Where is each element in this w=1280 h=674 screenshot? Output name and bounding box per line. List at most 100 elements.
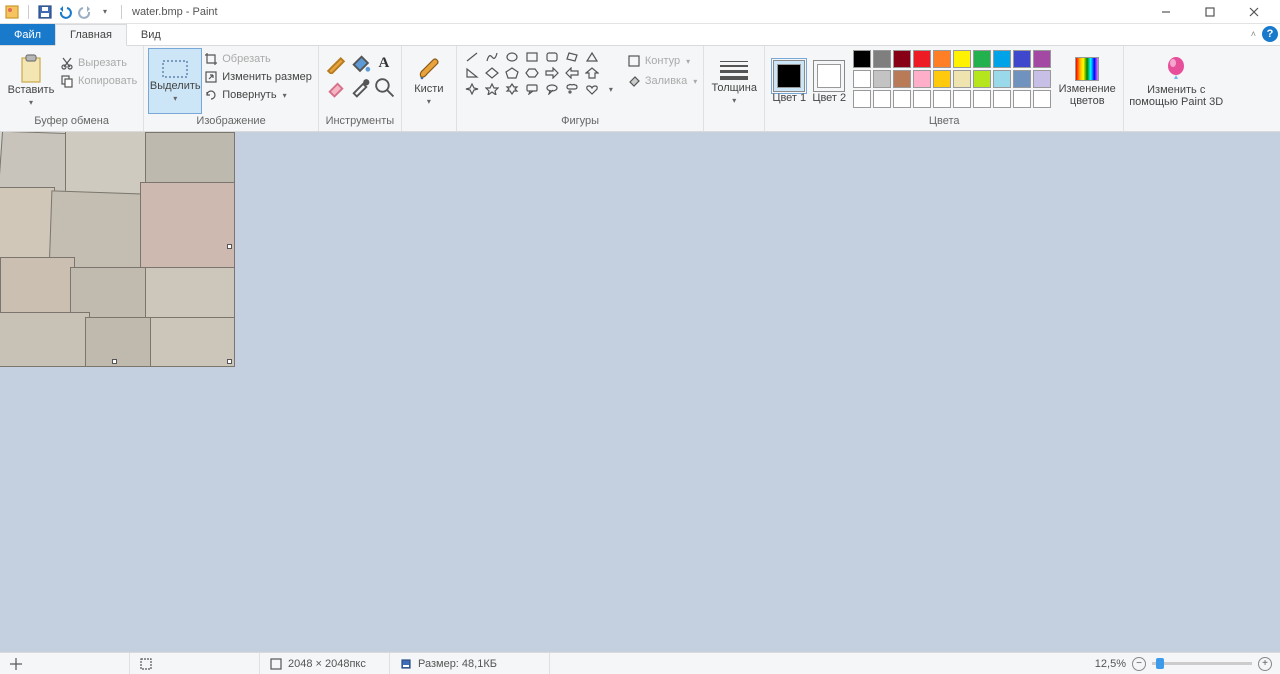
close-button[interactable] bbox=[1232, 0, 1276, 24]
group-brushes: Кисти bbox=[402, 46, 457, 131]
palette-swatch[interactable] bbox=[953, 70, 971, 88]
shape-star5[interactable] bbox=[483, 82, 501, 96]
shape-rect[interactable] bbox=[523, 50, 541, 64]
palette-swatch[interactable] bbox=[913, 70, 931, 88]
canvas-area[interactable] bbox=[0, 132, 1280, 652]
minimize-button[interactable] bbox=[1144, 0, 1188, 24]
color1-label: Цвет 1 bbox=[772, 92, 806, 104]
zoom-slider[interactable] bbox=[1152, 662, 1252, 665]
size-button[interactable]: Толщина bbox=[708, 48, 760, 114]
shape-roundrect[interactable] bbox=[543, 50, 561, 64]
picker-tool[interactable] bbox=[349, 76, 371, 98]
canvas[interactable] bbox=[0, 132, 229, 361]
pencil-tool[interactable] bbox=[325, 52, 347, 74]
shape-right-triangle[interactable] bbox=[463, 66, 481, 80]
shape-heart[interactable] bbox=[583, 82, 601, 96]
resize-button[interactable]: Изменить размер bbox=[202, 68, 314, 86]
shapes-gallery[interactable] bbox=[461, 48, 603, 98]
text-tool[interactable]: A bbox=[373, 52, 395, 74]
brushes-button[interactable]: Кисти bbox=[406, 48, 452, 114]
shapes-expand[interactable]: ▾ bbox=[603, 48, 619, 94]
crop-button[interactable]: Обрезать bbox=[202, 50, 314, 68]
resize-handle-right[interactable] bbox=[227, 244, 232, 249]
shape-star6[interactable] bbox=[503, 82, 521, 96]
balloon-icon bbox=[1165, 56, 1187, 82]
redo-icon[interactable] bbox=[77, 4, 93, 20]
copy-button[interactable]: Копировать bbox=[58, 72, 139, 90]
shape-callout-rect[interactable] bbox=[523, 82, 541, 96]
color2-button[interactable]: Цвет 2 bbox=[809, 48, 849, 114]
fill-tool[interactable] bbox=[349, 52, 371, 74]
palette-swatch[interactable] bbox=[953, 90, 971, 108]
magnifier-tool[interactable] bbox=[373, 76, 395, 98]
palette-swatch[interactable] bbox=[1013, 50, 1031, 68]
palette-swatch[interactable] bbox=[873, 50, 891, 68]
palette-swatch[interactable] bbox=[953, 50, 971, 68]
palette-swatch[interactable] bbox=[993, 70, 1011, 88]
tab-file[interactable]: Файл bbox=[0, 24, 55, 45]
edit-colors-button[interactable]: Изменение цветов bbox=[1055, 48, 1119, 114]
zoom-in-button[interactable]: + bbox=[1258, 657, 1272, 671]
outline-button[interactable]: Контур▾ bbox=[625, 52, 699, 70]
palette-swatch[interactable] bbox=[853, 50, 871, 68]
palette-swatch[interactable] bbox=[873, 90, 891, 108]
palette-swatch[interactable] bbox=[893, 70, 911, 88]
shape-curve[interactable] bbox=[483, 50, 501, 64]
palette-swatch[interactable] bbox=[893, 50, 911, 68]
color1-button[interactable]: Цвет 1 bbox=[769, 48, 809, 114]
zoom-out-button[interactable]: − bbox=[1132, 657, 1146, 671]
qat-dropdown-icon[interactable]: ▾ bbox=[97, 4, 113, 20]
save-icon[interactable] bbox=[37, 4, 53, 20]
group-paint3d: Изменить с помощью Paint 3D bbox=[1124, 46, 1228, 131]
palette-swatch[interactable] bbox=[893, 90, 911, 108]
shape-arrow-up[interactable] bbox=[583, 66, 601, 80]
eraser-tool[interactable] bbox=[325, 76, 347, 98]
shape-triangle[interactable] bbox=[583, 50, 601, 64]
undo-icon[interactable] bbox=[57, 4, 73, 20]
palette-swatch[interactable] bbox=[933, 50, 951, 68]
rotate-button[interactable]: Повернуть▾ bbox=[202, 86, 314, 104]
app-icon bbox=[4, 4, 20, 20]
palette-swatch[interactable] bbox=[1033, 90, 1051, 108]
shape-callout-oval[interactable] bbox=[543, 82, 561, 96]
palette-swatch[interactable] bbox=[993, 90, 1011, 108]
palette-swatch[interactable] bbox=[1033, 70, 1051, 88]
paste-button[interactable]: Вставить bbox=[4, 48, 58, 114]
shape-diamond[interactable] bbox=[483, 66, 501, 80]
fill-button[interactable]: Заливка▾ bbox=[625, 72, 699, 90]
palette-swatch[interactable] bbox=[913, 90, 931, 108]
help-icon[interactable]: ? bbox=[1262, 26, 1278, 42]
shape-oval[interactable] bbox=[503, 50, 521, 64]
shape-pentagon[interactable] bbox=[503, 66, 521, 80]
collapse-ribbon-icon[interactable]: ˄ bbox=[1251, 29, 1256, 39]
palette-swatch[interactable] bbox=[973, 50, 991, 68]
palette-swatch[interactable] bbox=[853, 70, 871, 88]
palette-swatch[interactable] bbox=[933, 70, 951, 88]
cut-button[interactable]: Вырезать bbox=[58, 54, 139, 72]
shape-arrow-left[interactable] bbox=[563, 66, 581, 80]
palette-swatch[interactable] bbox=[1013, 90, 1031, 108]
palette-swatch[interactable] bbox=[1013, 70, 1031, 88]
paint3d-button[interactable]: Изменить с помощью Paint 3D bbox=[1128, 48, 1224, 114]
palette-swatch[interactable] bbox=[993, 50, 1011, 68]
shape-line[interactable] bbox=[463, 50, 481, 64]
resize-handle-bottom[interactable] bbox=[112, 359, 117, 364]
shape-callout-cloud[interactable] bbox=[563, 82, 581, 96]
shape-polygon[interactable] bbox=[563, 50, 581, 64]
palette-swatch[interactable] bbox=[873, 70, 891, 88]
tab-view[interactable]: Вид bbox=[127, 24, 175, 45]
palette-swatch[interactable] bbox=[933, 90, 951, 108]
select-button[interactable]: Выделить bbox=[148, 48, 202, 114]
maximize-button[interactable] bbox=[1188, 0, 1232, 24]
resize-handle-corner[interactable] bbox=[227, 359, 232, 364]
shape-arrow-right[interactable] bbox=[543, 66, 561, 80]
palette-swatch[interactable] bbox=[973, 70, 991, 88]
shape-star4[interactable] bbox=[463, 82, 481, 96]
shape-hexagon[interactable] bbox=[523, 66, 541, 80]
tab-home[interactable]: Главная bbox=[55, 24, 127, 46]
palette-swatch[interactable] bbox=[973, 90, 991, 108]
palette-swatch[interactable] bbox=[913, 50, 931, 68]
palette-swatch[interactable] bbox=[1033, 50, 1051, 68]
group-colors-label: Цвета bbox=[769, 115, 1119, 129]
palette-swatch[interactable] bbox=[853, 90, 871, 108]
